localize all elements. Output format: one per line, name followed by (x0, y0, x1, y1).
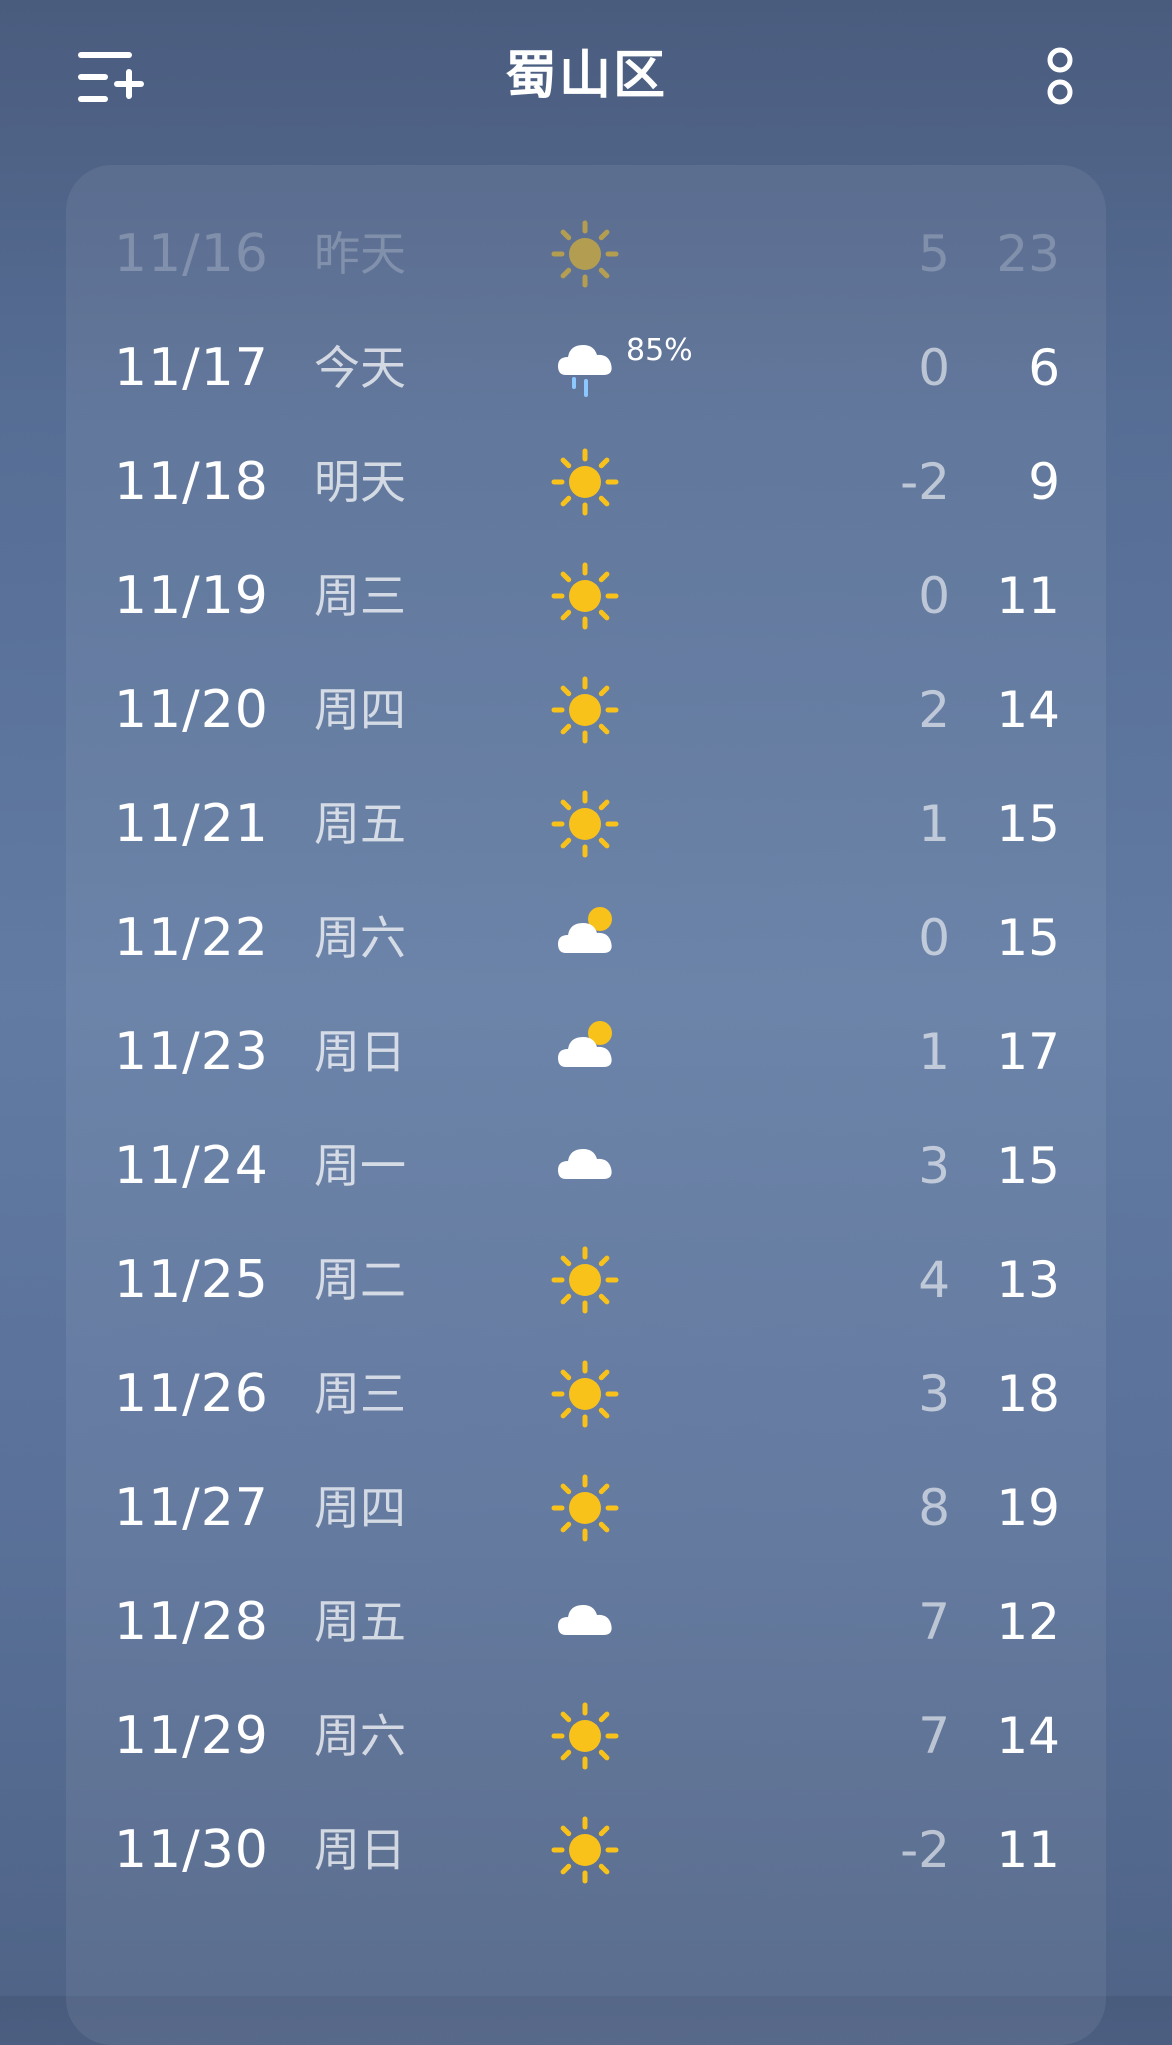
forecast-day: 周二 (314, 1253, 406, 1307)
high-temperature: 17 (996, 1023, 1060, 1081)
low-temperature: 0 (918, 909, 950, 967)
forecast-row[interactable]: 11/27 周四 8 19 (0, 1451, 1172, 1565)
cloudy-icon (550, 1131, 620, 1201)
low-temperature: 8 (918, 1479, 950, 1537)
low-temperature: 3 (918, 1137, 950, 1195)
sunny-icon (550, 675, 620, 745)
forecast-day: 明天 (314, 455, 406, 509)
forecast-day: 周日 (314, 1823, 406, 1877)
sunny-icon (550, 1245, 620, 1315)
precipitation-chance: 85% (626, 333, 693, 368)
forecast-date: 11/20 (114, 680, 269, 740)
forecast-date: 11/28 (114, 1592, 269, 1652)
sunny-icon (550, 1473, 620, 1543)
forecast-row[interactable]: 11/16 昨天 5 23 (0, 197, 1172, 311)
forecast-day: 周五 (314, 1595, 406, 1649)
forecast-row[interactable]: 11/30 周日 -2 11 (0, 1793, 1172, 1907)
low-temperature: 3 (918, 1365, 950, 1423)
forecast-row[interactable]: 11/26 周三 3 18 (0, 1337, 1172, 1451)
more-options-icon (1047, 47, 1073, 105)
low-temperature: 4 (918, 1251, 950, 1309)
sunny-icon (550, 1701, 620, 1771)
forecast-row[interactable]: 11/24 周一 3 15 (0, 1109, 1172, 1223)
forecast-row[interactable]: 11/21 周五 1 15 (0, 767, 1172, 881)
forecast-date: 11/23 (114, 1022, 269, 1082)
forecast-day: 周四 (314, 1481, 406, 1535)
low-temperature: 0 (918, 339, 950, 397)
high-temperature: 19 (996, 1479, 1060, 1537)
low-temperature: 7 (918, 1593, 950, 1651)
sunny-icon (550, 789, 620, 859)
forecast-day: 周四 (314, 683, 406, 737)
forecast-day: 周一 (314, 1139, 406, 1193)
rain-icon (550, 333, 620, 403)
high-temperature: 6 (1028, 339, 1060, 397)
forecast-date: 11/27 (114, 1478, 269, 1538)
forecast-date: 11/26 (114, 1364, 269, 1424)
forecast-day: 周三 (314, 1367, 406, 1421)
low-temperature: 7 (918, 1707, 950, 1765)
forecast-day: 今天 (314, 341, 406, 395)
sunny-icon (550, 219, 620, 289)
city-title: 蜀山区 (504, 46, 667, 106)
high-temperature: 12 (996, 1593, 1060, 1651)
forecast-date: 11/22 (114, 908, 269, 968)
forecast-day: 周六 (314, 911, 406, 965)
high-temperature: 11 (996, 567, 1060, 625)
forecast-day: 周六 (314, 1709, 406, 1763)
forecast-date: 11/17 (114, 338, 269, 398)
forecast-day: 周五 (314, 797, 406, 851)
forecast-date: 11/24 (114, 1136, 269, 1196)
forecast-row[interactable]: 11/22 周六 0 15 (0, 881, 1172, 995)
forecast-row[interactable]: 11/20 周四 2 14 (0, 653, 1172, 767)
low-temperature: 5 (918, 225, 950, 283)
high-temperature: 9 (1028, 453, 1060, 511)
forecast-date: 11/19 (114, 566, 269, 626)
forecast-date: 11/30 (114, 1820, 269, 1880)
high-temperature: 15 (996, 795, 1060, 853)
sunny-icon (550, 1815, 620, 1885)
top-bar: 蜀山区 (0, 0, 1172, 150)
more-options-button[interactable] (1040, 46, 1080, 114)
forecast-row[interactable]: 11/23 周日 1 17 (0, 995, 1172, 1109)
forecast-row[interactable]: 11/19 周三 0 11 (0, 539, 1172, 653)
high-temperature: 14 (996, 681, 1060, 739)
cloudy-icon (550, 1587, 620, 1657)
high-temperature: 15 (996, 909, 1060, 967)
forecast-day: 周日 (314, 1025, 406, 1079)
low-temperature: -2 (900, 1821, 950, 1879)
forecast-day: 昨天 (314, 227, 406, 281)
forecast-date: 11/16 (114, 224, 269, 284)
forecast-row[interactable]: 11/25 周二 4 13 (0, 1223, 1172, 1337)
low-temperature: 1 (918, 795, 950, 853)
partly-cloudy-icon (550, 1017, 620, 1087)
partly-cloudy-icon (550, 903, 620, 973)
forecast-row[interactable]: 11/29 周六 7 14 (0, 1679, 1172, 1793)
sunny-icon (550, 561, 620, 631)
forecast-date: 11/18 (114, 452, 269, 512)
low-temperature: -2 (900, 453, 950, 511)
low-temperature: 2 (918, 681, 950, 739)
high-temperature: 23 (996, 225, 1060, 283)
forecast-row[interactable]: 11/28 周五 7 12 (0, 1565, 1172, 1679)
forecast-day: 周三 (314, 569, 406, 623)
high-temperature: 13 (996, 1251, 1060, 1309)
forecast-row[interactable]: 11/17 今天 85% 0 6 (0, 311, 1172, 425)
high-temperature: 14 (996, 1707, 1060, 1765)
low-temperature: 1 (918, 1023, 950, 1081)
forecast-date: 11/29 (114, 1706, 269, 1766)
forecast-date: 11/25 (114, 1250, 269, 1310)
forecast-date: 11/21 (114, 794, 269, 854)
sunny-icon (550, 447, 620, 517)
low-temperature: 0 (918, 567, 950, 625)
high-temperature: 11 (996, 1821, 1060, 1879)
forecast-row[interactable]: 11/18 明天 -2 9 (0, 425, 1172, 539)
high-temperature: 18 (996, 1365, 1060, 1423)
high-temperature: 15 (996, 1137, 1060, 1195)
sunny-icon (550, 1359, 620, 1429)
